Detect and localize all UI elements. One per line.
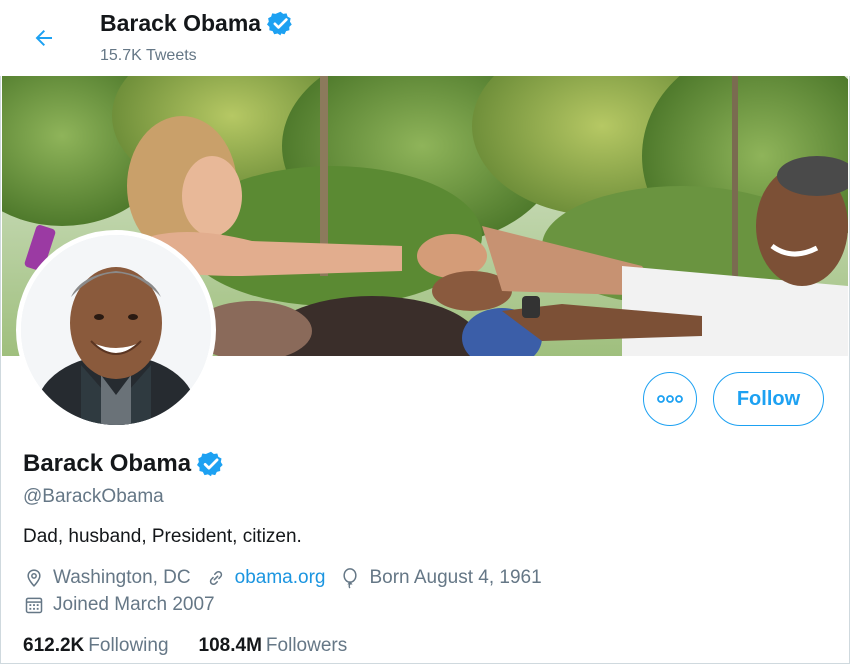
website-link[interactable]: obama.org [235, 567, 326, 589]
profile-joined-row: Joined March 2007 [23, 594, 229, 616]
followers-stat[interactable]: 108.4M Followers [199, 635, 348, 657]
header-title: Barack Obama [100, 10, 262, 36]
joined-text: Joined March 2007 [53, 594, 215, 615]
location-pin-icon [23, 567, 45, 589]
followers-count: 108.4M [198, 635, 262, 656]
joined-item: Joined March 2007 [23, 594, 215, 616]
verified-badge-icon [197, 451, 223, 477]
profile-bio: Dad, husband, President, citizen. [23, 526, 302, 547]
profile-name: Barack Obama [23, 450, 192, 477]
header-title-row: Barack Obama [100, 10, 294, 37]
more-options-button[interactable] [643, 372, 697, 426]
following-stat[interactable]: 612.2K Following [23, 635, 169, 657]
verified-badge-icon [267, 11, 292, 36]
profile-handle: @BarackObama [23, 486, 164, 507]
calendar-icon [23, 594, 45, 616]
more-horizontal-icon [657, 395, 683, 403]
following-label: Following [88, 635, 169, 656]
arrow-left-icon [35, 30, 52, 46]
avatar-photo [21, 235, 211, 425]
back-button[interactable] [24, 18, 64, 58]
follow-button[interactable]: Follow [713, 372, 824, 426]
profile-stats: 612.2K Following 108.4M Followers [23, 635, 377, 657]
location-item: Washington, DC [23, 567, 191, 589]
tweet-count: 15.7K Tweets [100, 47, 197, 64]
profile-name-row: Barack Obama [23, 450, 225, 478]
following-count: 612.2K [23, 635, 85, 656]
followers-label: Followers [265, 635, 348, 656]
profile-header: Barack Obama 15.7K Tweets [0, 0, 850, 76]
link-icon [205, 567, 227, 589]
birthday-text: Born August 4, 1961 [369, 567, 542, 588]
profile-avatar[interactable] [16, 230, 216, 430]
profile-meta-row: Washington, DC obama.org Born August 4, … [23, 567, 556, 589]
birthday-item: Born August 4, 1961 [339, 567, 542, 589]
balloon-icon [339, 567, 361, 589]
location-text: Washington, DC [53, 567, 191, 588]
website-item: obama.org [205, 567, 326, 589]
